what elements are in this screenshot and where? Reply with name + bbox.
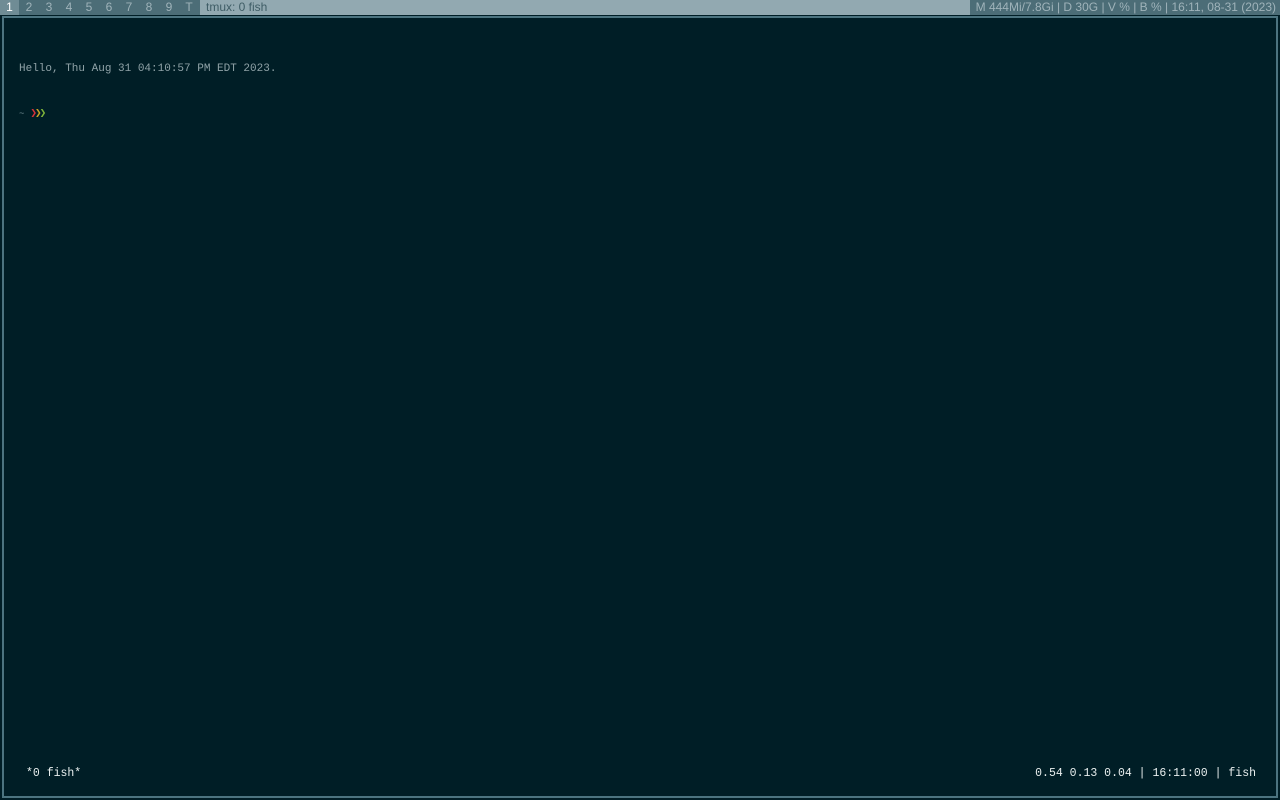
- prompt-directory: ~: [19, 109, 25, 119]
- workspace-1[interactable]: 1: [0, 0, 19, 15]
- system-status: M 444Mi/7.8Gi | D 30G | V % | B % | 16:1…: [975, 0, 1276, 14]
- tmux-status-right: 0.54 0.13 0.04 | 16:11:00 | fish: [1035, 767, 1256, 780]
- workspace-7[interactable]: 7: [119, 0, 139, 15]
- tmux-window-list[interactable]: *0 fish*: [26, 766, 81, 781]
- workspace-8[interactable]: 8: [139, 0, 159, 15]
- wm-top-bar: 1 2 3 4 5 6 7 8 9 T tmux: 0 fish M 444Mi…: [0, 0, 1280, 15]
- workspace-9[interactable]: 9: [159, 0, 179, 15]
- workspace-4[interactable]: 4: [59, 0, 79, 15]
- shell-prompt[interactable]: ~ ❯ ❯ ❯: [19, 107, 276, 122]
- terminal-window[interactable]: Hello, Thu Aug 31 04:10:57 PM EDT 2023. …: [2, 16, 1278, 798]
- greeting-line: Hello, Thu Aug 31 04:10:57 PM EDT 2023.: [19, 63, 277, 75]
- workspace-2[interactable]: 2: [19, 0, 39, 15]
- focused-window-title: tmux: 0 fish: [200, 0, 970, 15]
- terminal-output: Hello, Thu Aug 31 04:10:57 PM EDT 2023. …: [19, 32, 276, 152]
- workspace-list: 1 2 3 4 5 6 7 8 9 T: [0, 0, 199, 15]
- workspace-6[interactable]: 6: [99, 0, 119, 15]
- prompt-chevron-icon: ❯: [39, 108, 46, 120]
- workspace-3[interactable]: 3: [39, 0, 59, 15]
- workspace-5[interactable]: 5: [79, 0, 99, 15]
- workspace-t[interactable]: T: [179, 0, 199, 15]
